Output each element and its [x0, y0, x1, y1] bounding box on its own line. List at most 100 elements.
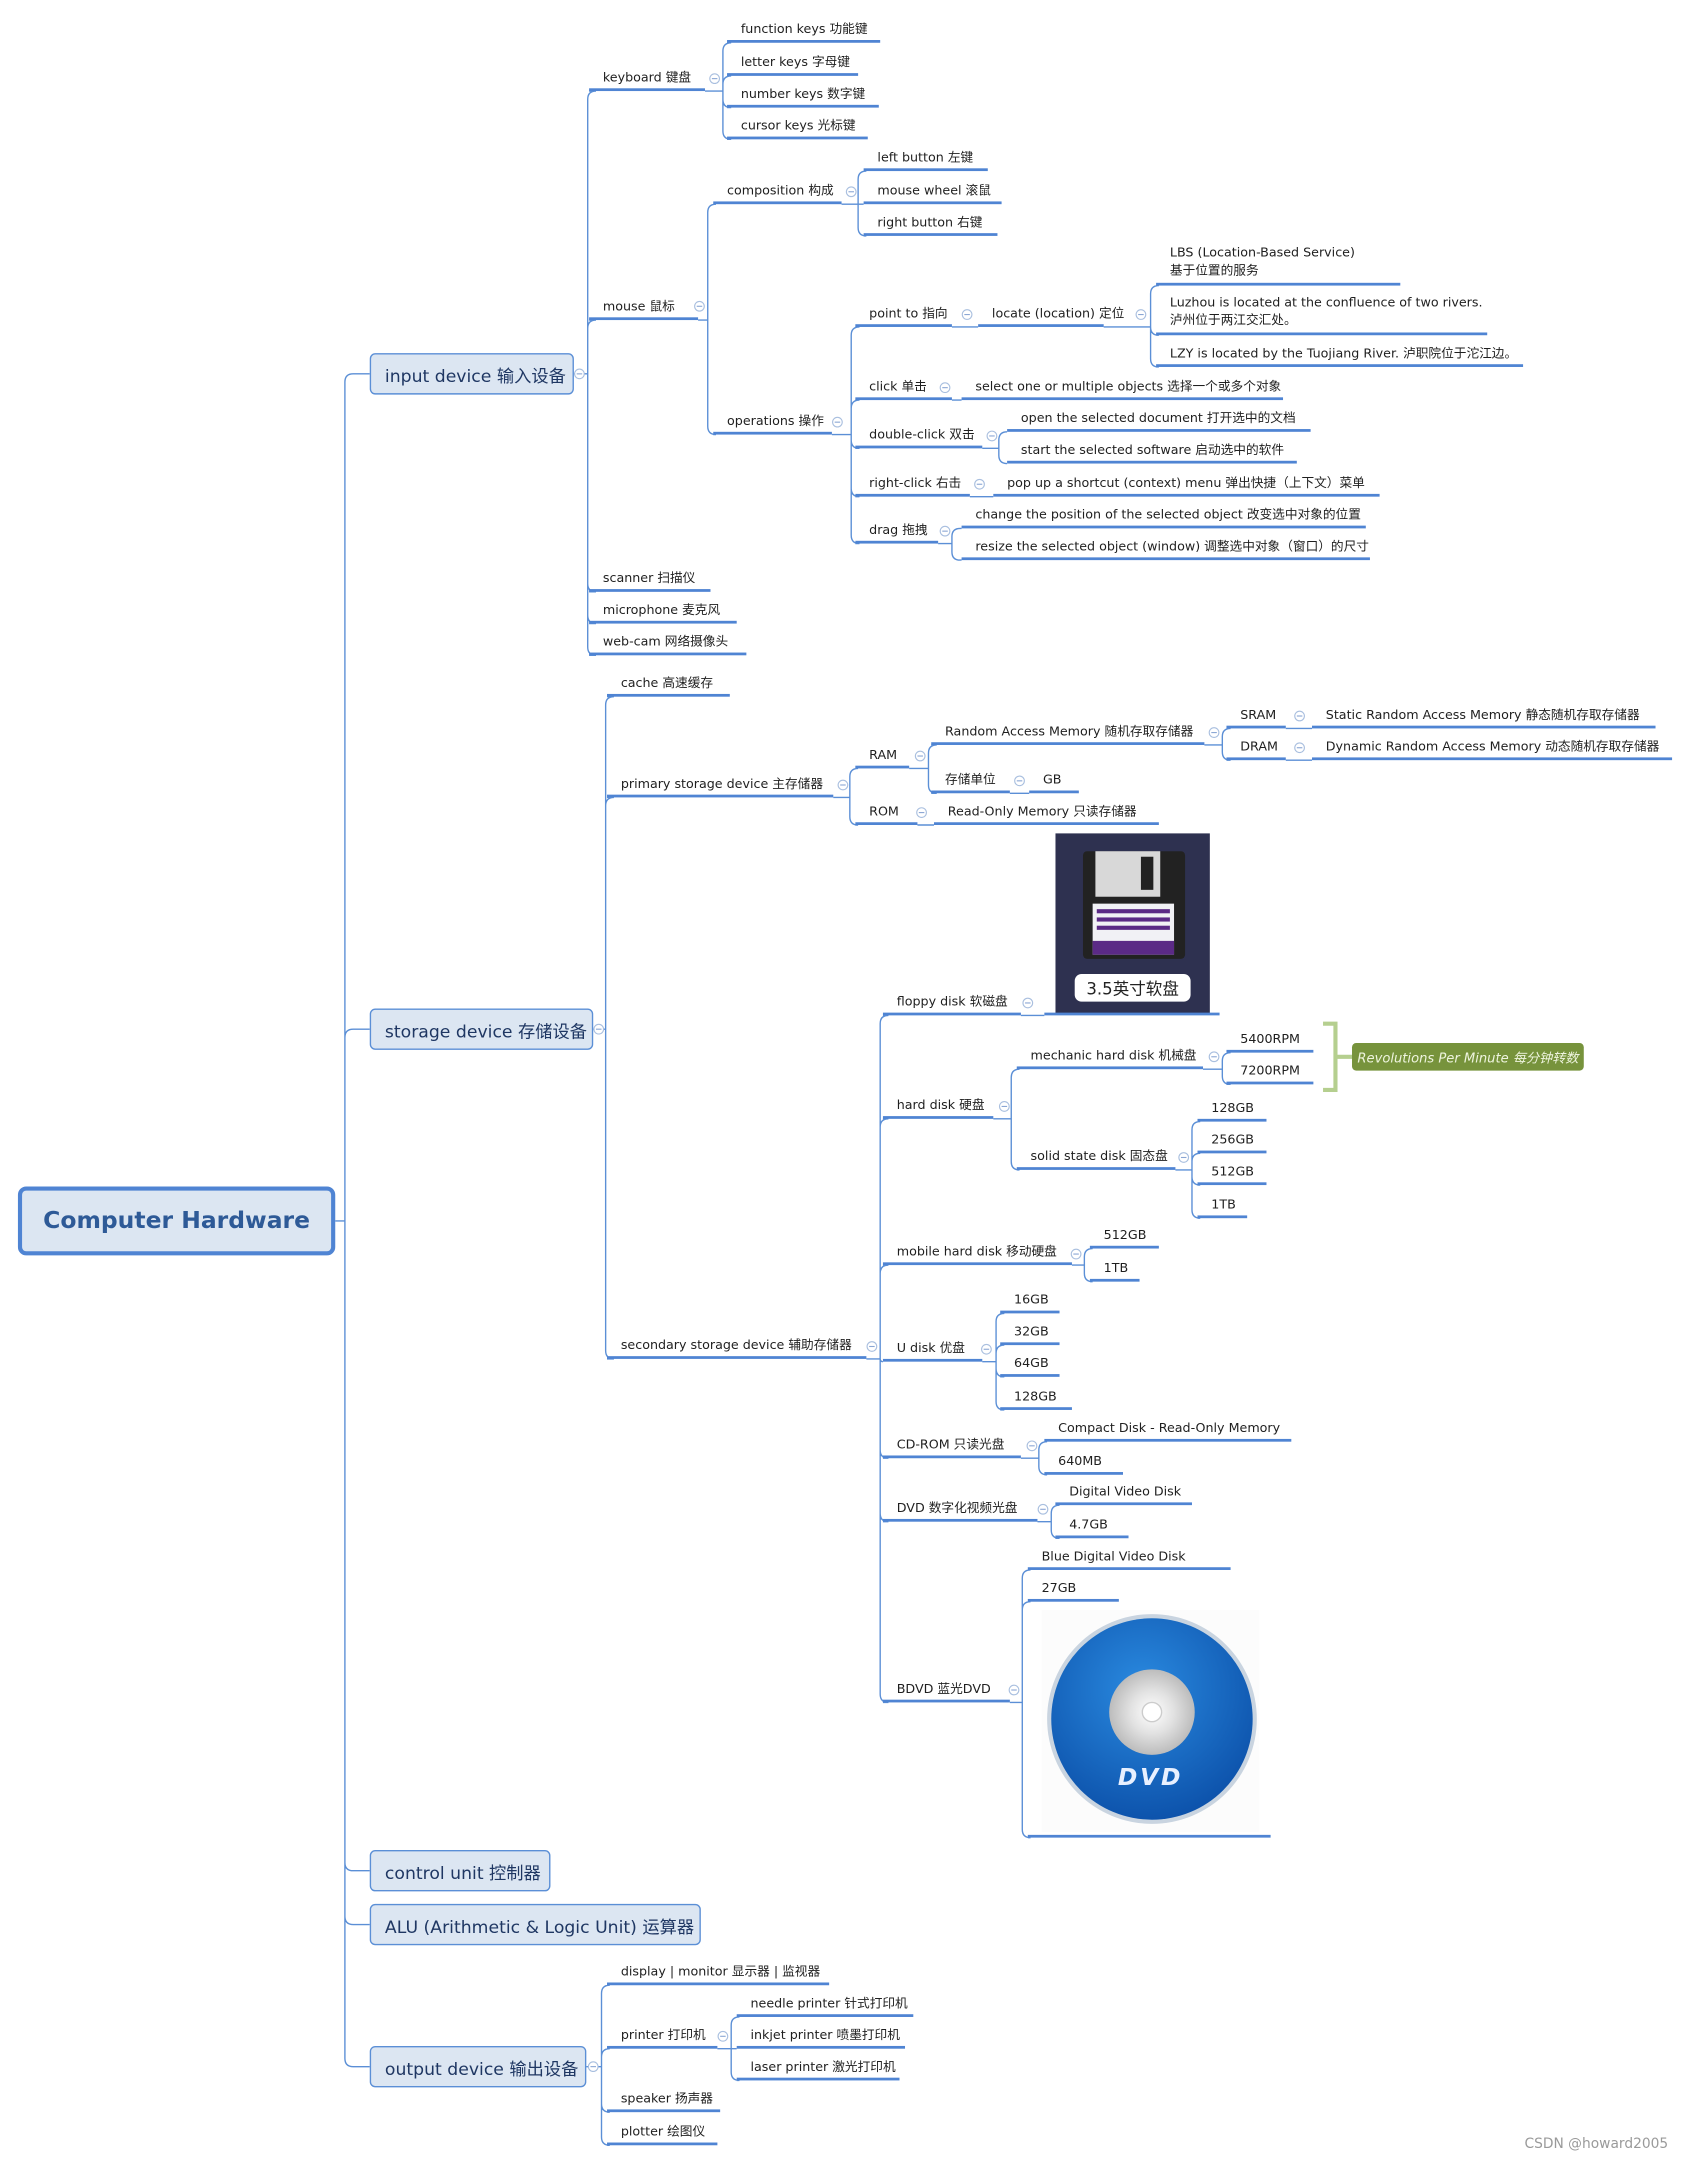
node-control-unit[interactable]: control unit 控制器 [369, 1850, 551, 1892]
node-sram-full[interactable]: Static Random Access Memory 静态随机存取存储器 [1311, 706, 1656, 729]
node-bdvd-full[interactable]: Blue Digital Video Disk [1027, 1548, 1231, 1570]
node-mobile-512gb[interactable]: 512GB [1089, 1226, 1159, 1249]
collapse-toggle-icon[interactable] [837, 779, 849, 791]
node-5400rpm[interactable]: 5400RPM [1226, 1031, 1314, 1053]
node-cache[interactable]: cache 高速缓存 [607, 675, 730, 697]
collapse-toggle-icon[interactable] [1208, 727, 1220, 738]
collapse-toggle-icon[interactable] [939, 525, 951, 537]
node-dvd[interactable]: DVD 数字化视频光盘 [882, 1500, 1038, 1522]
node-scanner[interactable]: scanner 扫描仪 [589, 570, 711, 592]
node-drag-move[interactable]: change the position of the selected obje… [961, 506, 1366, 529]
node-locate[interactable]: locate (location) 定位 [978, 305, 1124, 327]
node-ram[interactable]: RAM [855, 746, 910, 769]
node-rom[interactable]: ROM [855, 803, 918, 826]
node-dvd-4-7gb[interactable]: 4.7GB [1055, 1516, 1129, 1539]
node-storage-unit-gb[interactable]: GB [1029, 771, 1079, 794]
node-ssd-256gb[interactable]: 256GB [1197, 1131, 1267, 1154]
node-microphone[interactable]: microphone 麦克风 [589, 602, 737, 624]
collapse-toggle-icon[interactable] [986, 430, 998, 442]
node-open-document[interactable]: open the selected document 打开选中的文档 [1007, 410, 1311, 432]
node-mobile-disk[interactable]: mobile hard disk 移动硬盘 [882, 1243, 1072, 1266]
node-u-64gb[interactable]: 64GB [1000, 1355, 1060, 1377]
node-u-128gb[interactable]: 128GB [1000, 1388, 1072, 1410]
node-dram[interactable]: DRAM [1226, 738, 1286, 761]
node-laser-printer[interactable]: laser printer 激光打印机 [736, 2058, 900, 2081]
node-input-device[interactable]: input device 输入设备 [369, 353, 574, 395]
node-u-disk[interactable]: U disk 优盘 [882, 1340, 983, 1362]
collapse-toggle-icon[interactable] [974, 478, 985, 490]
node-luzhou[interactable]: Luzhou is located at the confluence of t… [1156, 294, 1488, 336]
node-mouse[interactable]: mouse 鼠标 [589, 298, 699, 321]
collapse-toggle-icon[interactable] [916, 807, 927, 818]
node-alu[interactable]: ALU (Arithmetic & Logic Unit) 运算器 [369, 1903, 701, 1946]
node-bdvd-27gb[interactable]: 27GB [1027, 1580, 1119, 1602]
node-output-device[interactable]: output device 输出设备 [369, 2045, 587, 2088]
node-click-action[interactable]: select one or multiple objects 选择一个或多个对象 [961, 378, 1284, 401]
root-node[interactable]: Computer Hardware [17, 1186, 336, 1256]
node-right-click-action[interactable]: pop up a shortcut (context) menu 弹出快捷（上下… [993, 475, 1380, 497]
node-cdrom[interactable]: CD-ROM 只读光盘 [882, 1436, 1021, 1459]
collapse-toggle-icon[interactable] [574, 368, 585, 380]
node-start-software[interactable]: start the selected software 启动选中的软件 [1007, 441, 1297, 464]
node-cdrom-640mb[interactable]: 640MB [1044, 1453, 1123, 1475]
node-function-keys[interactable]: function keys 功能键 [727, 21, 881, 43]
collapse-toggle-icon[interactable] [866, 1341, 878, 1352]
node-speaker[interactable]: speaker 扬声器 [607, 2090, 721, 2113]
collapse-toggle-icon[interactable] [1008, 1684, 1020, 1696]
node-u-32gb[interactable]: 32GB [1000, 1323, 1060, 1346]
node-number-keys[interactable]: number keys 数字键 [727, 86, 879, 108]
node-needle-printer[interactable]: needle printer 针式打印机 [736, 1995, 914, 2017]
node-dvd-full[interactable]: Digital Video Disk [1055, 1483, 1192, 1506]
collapse-toggle-icon[interactable] [961, 309, 973, 320]
node-dram-full[interactable]: Dynamic Random Access Memory 动态随机存取存储器 [1311, 738, 1673, 761]
node-primary-storage[interactable]: primary storage device 主存储器 [607, 775, 834, 798]
node-ssd[interactable]: solid state disk 固态盘 [1016, 1148, 1176, 1170]
collapse-toggle-icon[interactable] [981, 1343, 992, 1355]
node-bdvd[interactable]: BDVD 蓝光DVD [882, 1680, 1010, 1703]
collapse-toggle-icon[interactable] [1070, 1248, 1082, 1260]
node-left-button[interactable]: left button 左键 [863, 149, 988, 172]
collapse-toggle-icon[interactable] [1294, 710, 1305, 722]
collapse-toggle-icon[interactable] [717, 2030, 729, 2042]
node-7200rpm[interactable]: 7200RPM [1226, 1062, 1314, 1085]
collapse-toggle-icon[interactable] [1026, 1440, 1038, 1452]
node-double-click[interactable]: double-click 双击 [855, 426, 983, 449]
collapse-toggle-icon[interactable] [587, 2061, 599, 2073]
node-mobile-1tb[interactable]: 1TB [1089, 1260, 1140, 1282]
node-ssd-1tb[interactable]: 1TB [1197, 1196, 1248, 1219]
node-operations[interactable]: operations 操作 [713, 413, 832, 435]
collapse-toggle-icon[interactable] [914, 750, 926, 762]
collapse-toggle-icon[interactable] [832, 416, 843, 428]
node-lzy[interactable]: LZY is located by the Tuojiang River. 泸职… [1156, 345, 1524, 367]
node-cursor-keys[interactable]: cursor keys 光标键 [727, 117, 868, 140]
node-plotter[interactable]: plotter 绘图仪 [607, 2123, 718, 2146]
collapse-toggle-icon[interactable] [1022, 997, 1034, 1009]
node-letter-keys[interactable]: letter keys 字母键 [727, 54, 859, 76]
node-ssd-512gb[interactable]: 512GB [1197, 1163, 1267, 1186]
collapse-toggle-icon[interactable] [1294, 742, 1305, 754]
node-mechanic-disk[interactable]: mechanic hard disk 机械盘 [1016, 1047, 1204, 1070]
collapse-toggle-icon[interactable] [845, 186, 857, 198]
node-drag[interactable]: drag 拖拽 [855, 521, 939, 544]
collapse-toggle-icon[interactable] [1178, 1152, 1190, 1163]
node-printer[interactable]: printer 打印机 [607, 2027, 718, 2049]
node-hard-disk[interactable]: hard disk 硬盘 [882, 1097, 994, 1119]
rpm-callout[interactable]: Revolutions Per Minute 每分钟转数 [1352, 1042, 1584, 1071]
node-display[interactable]: display | monitor 显示器 | 监视器 [607, 1963, 830, 1986]
node-ram-full[interactable]: Random Access Memory 随机存取存储器 [931, 723, 1205, 745]
node-storage-device[interactable]: storage device 存储设备 [369, 1008, 594, 1050]
node-u-16gb[interactable]: 16GB [1000, 1291, 1060, 1314]
collapse-toggle-icon[interactable] [593, 1023, 605, 1035]
collapse-toggle-icon[interactable] [1037, 1503, 1049, 1515]
node-ssd-128gb[interactable]: 128GB [1197, 1100, 1267, 1122]
node-keyboard[interactable]: keyboard 键盘 [589, 69, 705, 92]
node-composition[interactable]: composition 构成 [713, 182, 842, 205]
node-rom-full[interactable]: Read-Only Memory 只读存储器 [933, 803, 1159, 826]
collapse-toggle-icon[interactable] [1135, 309, 1147, 320]
node-drag-resize[interactable]: resize the selected object (window) 调整选中… [961, 538, 1370, 561]
node-secondary-storage[interactable]: secondary storage device 辅助存储器 [607, 1337, 867, 1359]
node-point-to[interactable]: point to 指向 [855, 305, 952, 327]
node-click[interactable]: click 单击 [855, 378, 952, 401]
node-lbs[interactable]: LBS (Location-Based Service) 基于位置的服务 [1156, 244, 1401, 286]
node-mouse-wheel[interactable]: mouse wheel 滚鼠 [863, 182, 1002, 205]
